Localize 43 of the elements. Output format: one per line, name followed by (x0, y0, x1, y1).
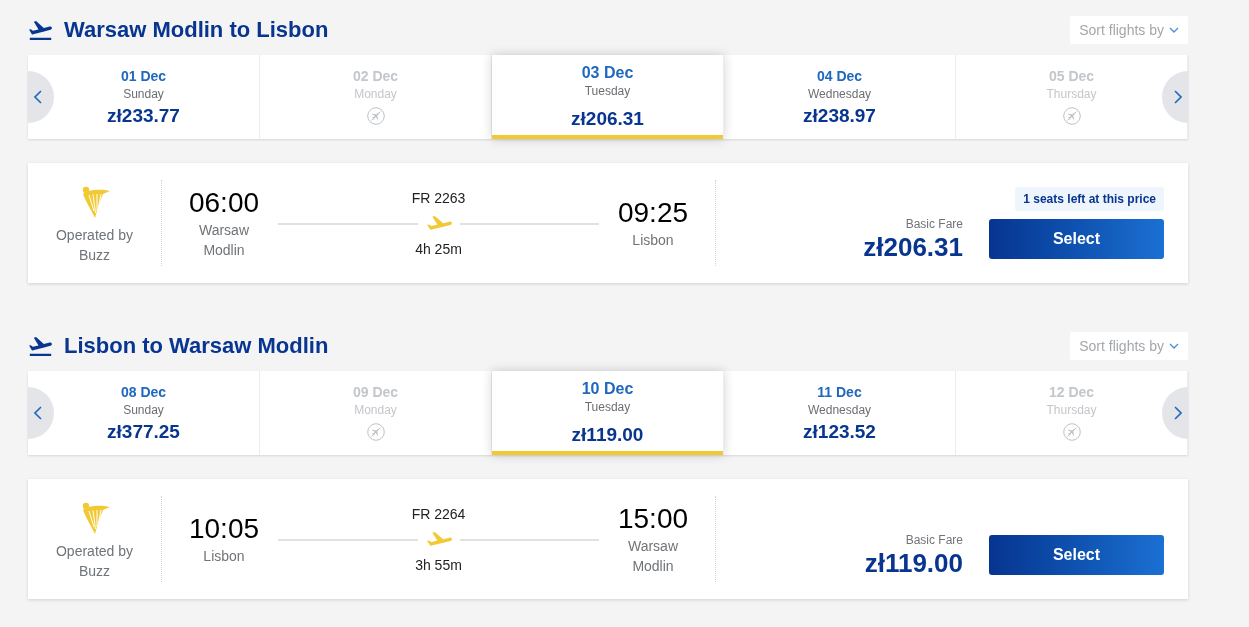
chevron-left-icon (34, 406, 42, 420)
date-tab[interactable]: 01 Dec Sunday zł233.77 (28, 55, 260, 139)
chevron-left-icon (34, 90, 42, 104)
date-tab[interactable]: 11 Dec Wednesday zł123.52 (724, 371, 956, 455)
operator-label: Operated by Buzz (54, 226, 135, 265)
select-button[interactable]: Select (989, 535, 1164, 575)
chevron-down-icon (1169, 343, 1179, 349)
flight-duration: 3h 55m (415, 555, 462, 575)
fare-price: zł206.31 (863, 232, 963, 262)
date-tab[interactable]: 03 Dec Tuesday zł206.31 (492, 55, 724, 139)
fare-price: zł119.00 (864, 548, 963, 578)
seats-left-badge: 1 seats left at this price (1015, 187, 1164, 211)
departure-city: Warsaw Modlin (197, 221, 250, 260)
no-flights-icon (1062, 423, 1081, 441)
route-title: Lisbon to Warsaw Modlin (64, 332, 329, 360)
plane-takeoff-icon (28, 336, 52, 356)
no-flights-icon (1062, 107, 1081, 125)
date-tab[interactable]: 04 Dec Wednesday zł238.97 (724, 55, 956, 139)
no-flights-icon (366, 423, 385, 441)
flight-number: FR 2263 (411, 188, 466, 208)
arrival-time: 09:25 (617, 196, 689, 230)
departure-time: 10:05 (188, 512, 260, 546)
chevron-right-icon (1174, 90, 1182, 104)
departure-time: 06:00 (188, 186, 260, 220)
date-tab[interactable]: 08 Dec Sunday zł377.25 (28, 371, 260, 455)
arrival-city: Lisbon (631, 231, 675, 250)
operator-label: Operated by Buzz (54, 542, 135, 581)
date-tab[interactable]: 10 Dec Tuesday zł119.00 (492, 371, 724, 455)
plane-takeoff-icon (28, 20, 52, 40)
fare-label: Basic Fare (905, 216, 963, 232)
chevron-right-icon (1174, 406, 1182, 420)
plane-icon (425, 216, 452, 231)
arrival-city: Warsaw Modlin (626, 537, 679, 576)
route-title: Warsaw Modlin to Lisbon (64, 16, 329, 44)
plane-icon (425, 532, 452, 547)
flight-number: FR 2264 (411, 504, 466, 524)
departure-city: Lisbon (202, 547, 246, 566)
chevron-down-icon (1169, 27, 1179, 33)
arrival-time: 15:00 (617, 502, 689, 536)
select-button[interactable]: Select (989, 219, 1164, 259)
fare-label: Basic Fare (905, 532, 963, 548)
no-flights-icon (366, 107, 385, 125)
flight-duration: 4h 25m (415, 239, 462, 259)
